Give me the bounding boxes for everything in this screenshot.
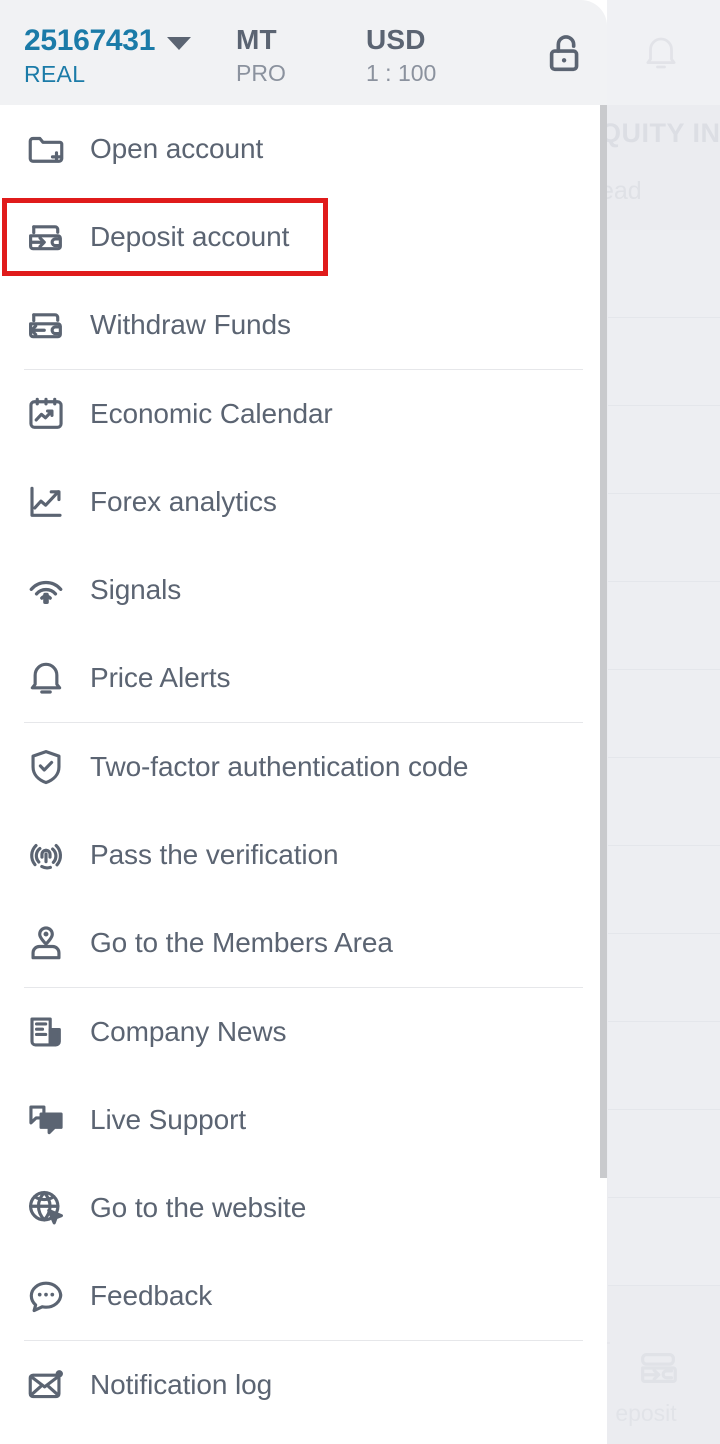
leverage-label: 1 : 100	[366, 60, 437, 86]
drawer-scrollbar[interactable]	[600, 105, 607, 1178]
menu-item-label: Feedback	[90, 1280, 213, 1311]
background-row	[608, 846, 720, 934]
wallet-arrow-in-icon	[24, 215, 68, 259]
background-row	[608, 934, 720, 1022]
menu-item-label: Forex analytics	[90, 486, 277, 517]
menu-item-pass-verification[interactable]: Pass the verification	[0, 811, 607, 899]
account-number: 25167431	[24, 24, 156, 57]
menu-item-live-support[interactable]: Live Support	[0, 1076, 607, 1164]
menu-item-withdraw-funds[interactable]: Withdraw Funds	[0, 281, 607, 369]
chevron-down-icon[interactable]	[167, 37, 192, 50]
menu-item-open-account[interactable]: Open account	[0, 105, 607, 193]
background-equity-label: QUITY IN	[600, 118, 720, 148]
menu-item-forex-analytics[interactable]: Forex analytics	[0, 458, 607, 546]
background-row	[608, 1198, 720, 1286]
globe-cursor-icon	[24, 1186, 68, 1230]
menu-item-label: Signals	[90, 574, 182, 605]
background-row	[608, 582, 720, 670]
unlocked-padlock-icon[interactable]	[543, 28, 589, 78]
wallet-arrow-out-icon	[24, 303, 68, 347]
bell-icon	[640, 30, 682, 76]
menu-item-price-alerts[interactable]: Price Alerts	[0, 634, 607, 722]
background-row	[608, 318, 720, 406]
envelope-dot-icon	[24, 1363, 68, 1407]
menu-item-company-news[interactable]: Company News	[0, 988, 607, 1076]
account-currency: USD 1 : 100	[366, 24, 496, 87]
menu-item-economic-calendar[interactable]: Economic Calendar	[0, 370, 607, 458]
menu-item-go-to-website[interactable]: Go to the website	[0, 1164, 607, 1252]
menu-item-deposit-account[interactable]: Deposit account	[0, 193, 607, 281]
menu-item-label: Two-factor authentication code	[90, 751, 469, 782]
currency-label: USD	[366, 24, 426, 55]
navigation-drawer: 25167431 REAL MT PRO USD 1 : 100 Open ac…	[0, 0, 607, 1444]
menu-item-label: Open account	[90, 133, 264, 164]
user-badge-icon	[24, 921, 68, 965]
menu-item-label: Economic Calendar	[90, 398, 333, 429]
folder-plus-icon	[24, 127, 68, 171]
drawer-header: 25167431 REAL MT PRO USD 1 : 100	[0, 0, 607, 105]
news-document-icon	[24, 1010, 68, 1054]
menu-item-two-factor-auth[interactable]: Two-factor authentication code	[0, 723, 607, 811]
background-deposit-button[interactable]: eposit	[596, 1345, 720, 1427]
background-row	[608, 1110, 720, 1198]
menu-item-members-area[interactable]: Go to the Members Area	[0, 899, 607, 987]
account-id-row[interactable]: 25167431	[24, 24, 234, 58]
account-platform: MT PRO	[236, 24, 366, 87]
menu-item-notification-log[interactable]: Notification log	[0, 1341, 607, 1429]
background-row	[608, 758, 720, 846]
menu-item-label: Notification log	[90, 1369, 273, 1400]
drawer-menu: Open account Deposit account Withdraw Fu…	[0, 105, 607, 1429]
comment-dots-icon	[24, 1274, 68, 1318]
shield-check-icon	[24, 745, 68, 789]
menu-item-label: Deposit account	[90, 221, 290, 252]
broadcast-signal-icon	[24, 568, 68, 612]
account-type-label: REAL	[24, 61, 86, 87]
menu-item-label: Live Support	[90, 1104, 247, 1135]
menu-item-label: Go to the website	[90, 1192, 307, 1223]
menu-item-label: Price Alerts	[90, 662, 231, 693]
line-chart-up-icon	[24, 480, 68, 524]
fingerprint-icon	[24, 833, 68, 877]
menu-item-label: Withdraw Funds	[90, 309, 291, 340]
background-symbol-rows	[608, 230, 720, 1286]
menu-item-label: Company News	[90, 1016, 287, 1047]
background-row	[608, 230, 720, 318]
bell-icon	[24, 656, 68, 700]
menu-item-feedback[interactable]: Feedback	[0, 1252, 607, 1340]
menu-item-label: Pass the verification	[90, 839, 339, 870]
platform-label: MT	[236, 24, 277, 55]
background-row	[608, 670, 720, 758]
background-row	[608, 1022, 720, 1110]
calendar-chart-icon	[24, 392, 68, 436]
platform-sublabel: PRO	[236, 60, 286, 86]
chat-bubbles-icon	[24, 1098, 68, 1142]
account-selector[interactable]: 25167431 REAL	[24, 24, 234, 88]
menu-item-label: Go to the Members Area	[90, 927, 393, 958]
menu-item-signals[interactable]: Signals	[0, 546, 607, 634]
background-row	[608, 406, 720, 494]
app-root: QUITY IN ead eposit 25167431 REAL MT PRO…	[0, 0, 720, 1444]
background-row	[608, 494, 720, 582]
wallet-arrow-in-icon	[635, 1352, 681, 1395]
